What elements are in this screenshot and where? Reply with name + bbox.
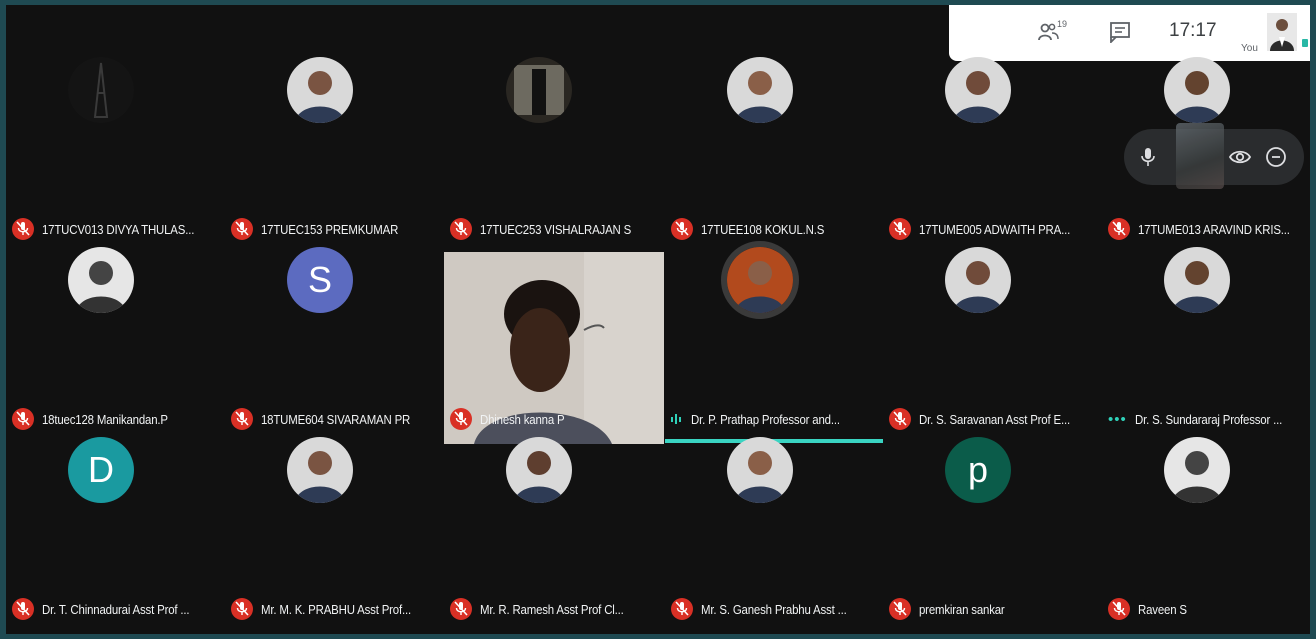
participant-tile[interactable]: Dhinesh kanna P <box>444 195 662 430</box>
participant-avatar <box>727 57 793 123</box>
participant-avatar: p <box>945 437 1011 503</box>
participant-name-row: premkiran sankar <box>889 597 1101 621</box>
participant-tile[interactable]: Dr. S. Saravanan Asst Prof E... <box>883 195 1101 430</box>
participant-avatar: D <box>68 437 134 503</box>
meeting-stage: 19 17:17 You 17TUCV013 DIVYA THULAS... 1… <box>6 5 1310 634</box>
participant-tile[interactable]: Mr. R. Ramesh Asst Prof Cl... <box>444 385 662 620</box>
mic-off-icon <box>12 598 34 620</box>
participant-tile[interactable]: Raveen S <box>1102 385 1310 620</box>
participant-tile[interactable]: S 18TUME604 SIVARAMAN PR <box>225 195 443 430</box>
participant-name-row: Mr. R. Ramesh Asst Prof Cl... <box>450 597 662 621</box>
participant-avatar <box>727 437 793 503</box>
participant-tile[interactable]: 17TUEE108 KOKUL.N.S <box>665 5 883 240</box>
participant-name-row: Raveen S <box>1108 597 1310 621</box>
participant-avatar <box>721 241 799 319</box>
participant-avatar <box>1164 57 1230 123</box>
mic-off-icon <box>450 598 472 620</box>
participant-tile[interactable]: 17TUEC153 PREMKUMAR <box>225 5 443 240</box>
participant-avatar: S <box>287 247 353 313</box>
participant-avatar <box>1164 437 1230 503</box>
participant-avatar <box>287 437 353 503</box>
mic-off-icon <box>671 598 693 620</box>
participant-name-row: Mr. M. K. PRABHU Asst Prof... <box>231 597 443 621</box>
participant-name-row: Mr. S. Ganesh Prabhu Asst ... <box>671 597 883 621</box>
participant-name: Raveen S <box>1138 601 1187 617</box>
participant-tile[interactable]: 17TUCV013 DIVYA THULAS... <box>6 5 224 240</box>
participant-tile[interactable]: Dr. P. Prathap Professor and... <box>665 195 883 427</box>
participant-name: Dr. T. Chinnadurai Asst Prof ... <box>42 601 190 617</box>
participant-avatar <box>287 57 353 123</box>
participant-avatar <box>506 437 572 503</box>
participant-avatar <box>945 57 1011 123</box>
participant-name: Mr. M. K. PRABHU Asst Prof... <box>261 601 412 617</box>
participant-tile[interactable]: D Dr. T. Chinnadurai Asst Prof ... <box>6 385 224 620</box>
participant-tile[interactable]: 17TUME013 ARAVIND KRIS... <box>1102 5 1310 240</box>
participant-name: Mr. S. Ganesh Prabhu Asst ... <box>701 601 847 617</box>
participant-avatar <box>1164 247 1230 313</box>
participant-avatar <box>506 57 572 123</box>
participant-name: premkiran sankar <box>919 601 1005 617</box>
participant-tile[interactable]: ••• Dr. S. Sundararaj Professor ... <box>1102 195 1310 428</box>
participant-name-row: Dr. T. Chinnadurai Asst Prof ... <box>12 597 224 621</box>
mic-off-icon <box>1108 598 1130 620</box>
avatar-initial: p <box>967 449 989 490</box>
participant-tile[interactable]: p premkiran sankar <box>883 385 1101 620</box>
participant-tile[interactable]: 17TUME005 ADWAITH PRA... <box>883 5 1101 240</box>
participant-tile[interactable]: Mr. S. Ganesh Prabhu Asst ... <box>665 385 883 620</box>
participant-tile[interactable]: 17TUEC253 VISHALRAJAN S <box>444 5 662 240</box>
mic-off-icon <box>889 598 911 620</box>
avatar-initial: D <box>88 449 114 490</box>
participant-avatar <box>68 57 134 123</box>
avatar-initial: S <box>307 259 332 300</box>
participant-avatar <box>945 247 1011 313</box>
participant-tile[interactable]: 18tuec128 Manikandan.P <box>6 195 224 430</box>
mic-off-icon <box>231 598 253 620</box>
participant-name: Mr. R. Ramesh Asst Prof Cl... <box>480 601 624 617</box>
participant-tile[interactable]: Mr. M. K. PRABHU Asst Prof... <box>225 385 443 620</box>
participant-avatar <box>68 247 134 313</box>
